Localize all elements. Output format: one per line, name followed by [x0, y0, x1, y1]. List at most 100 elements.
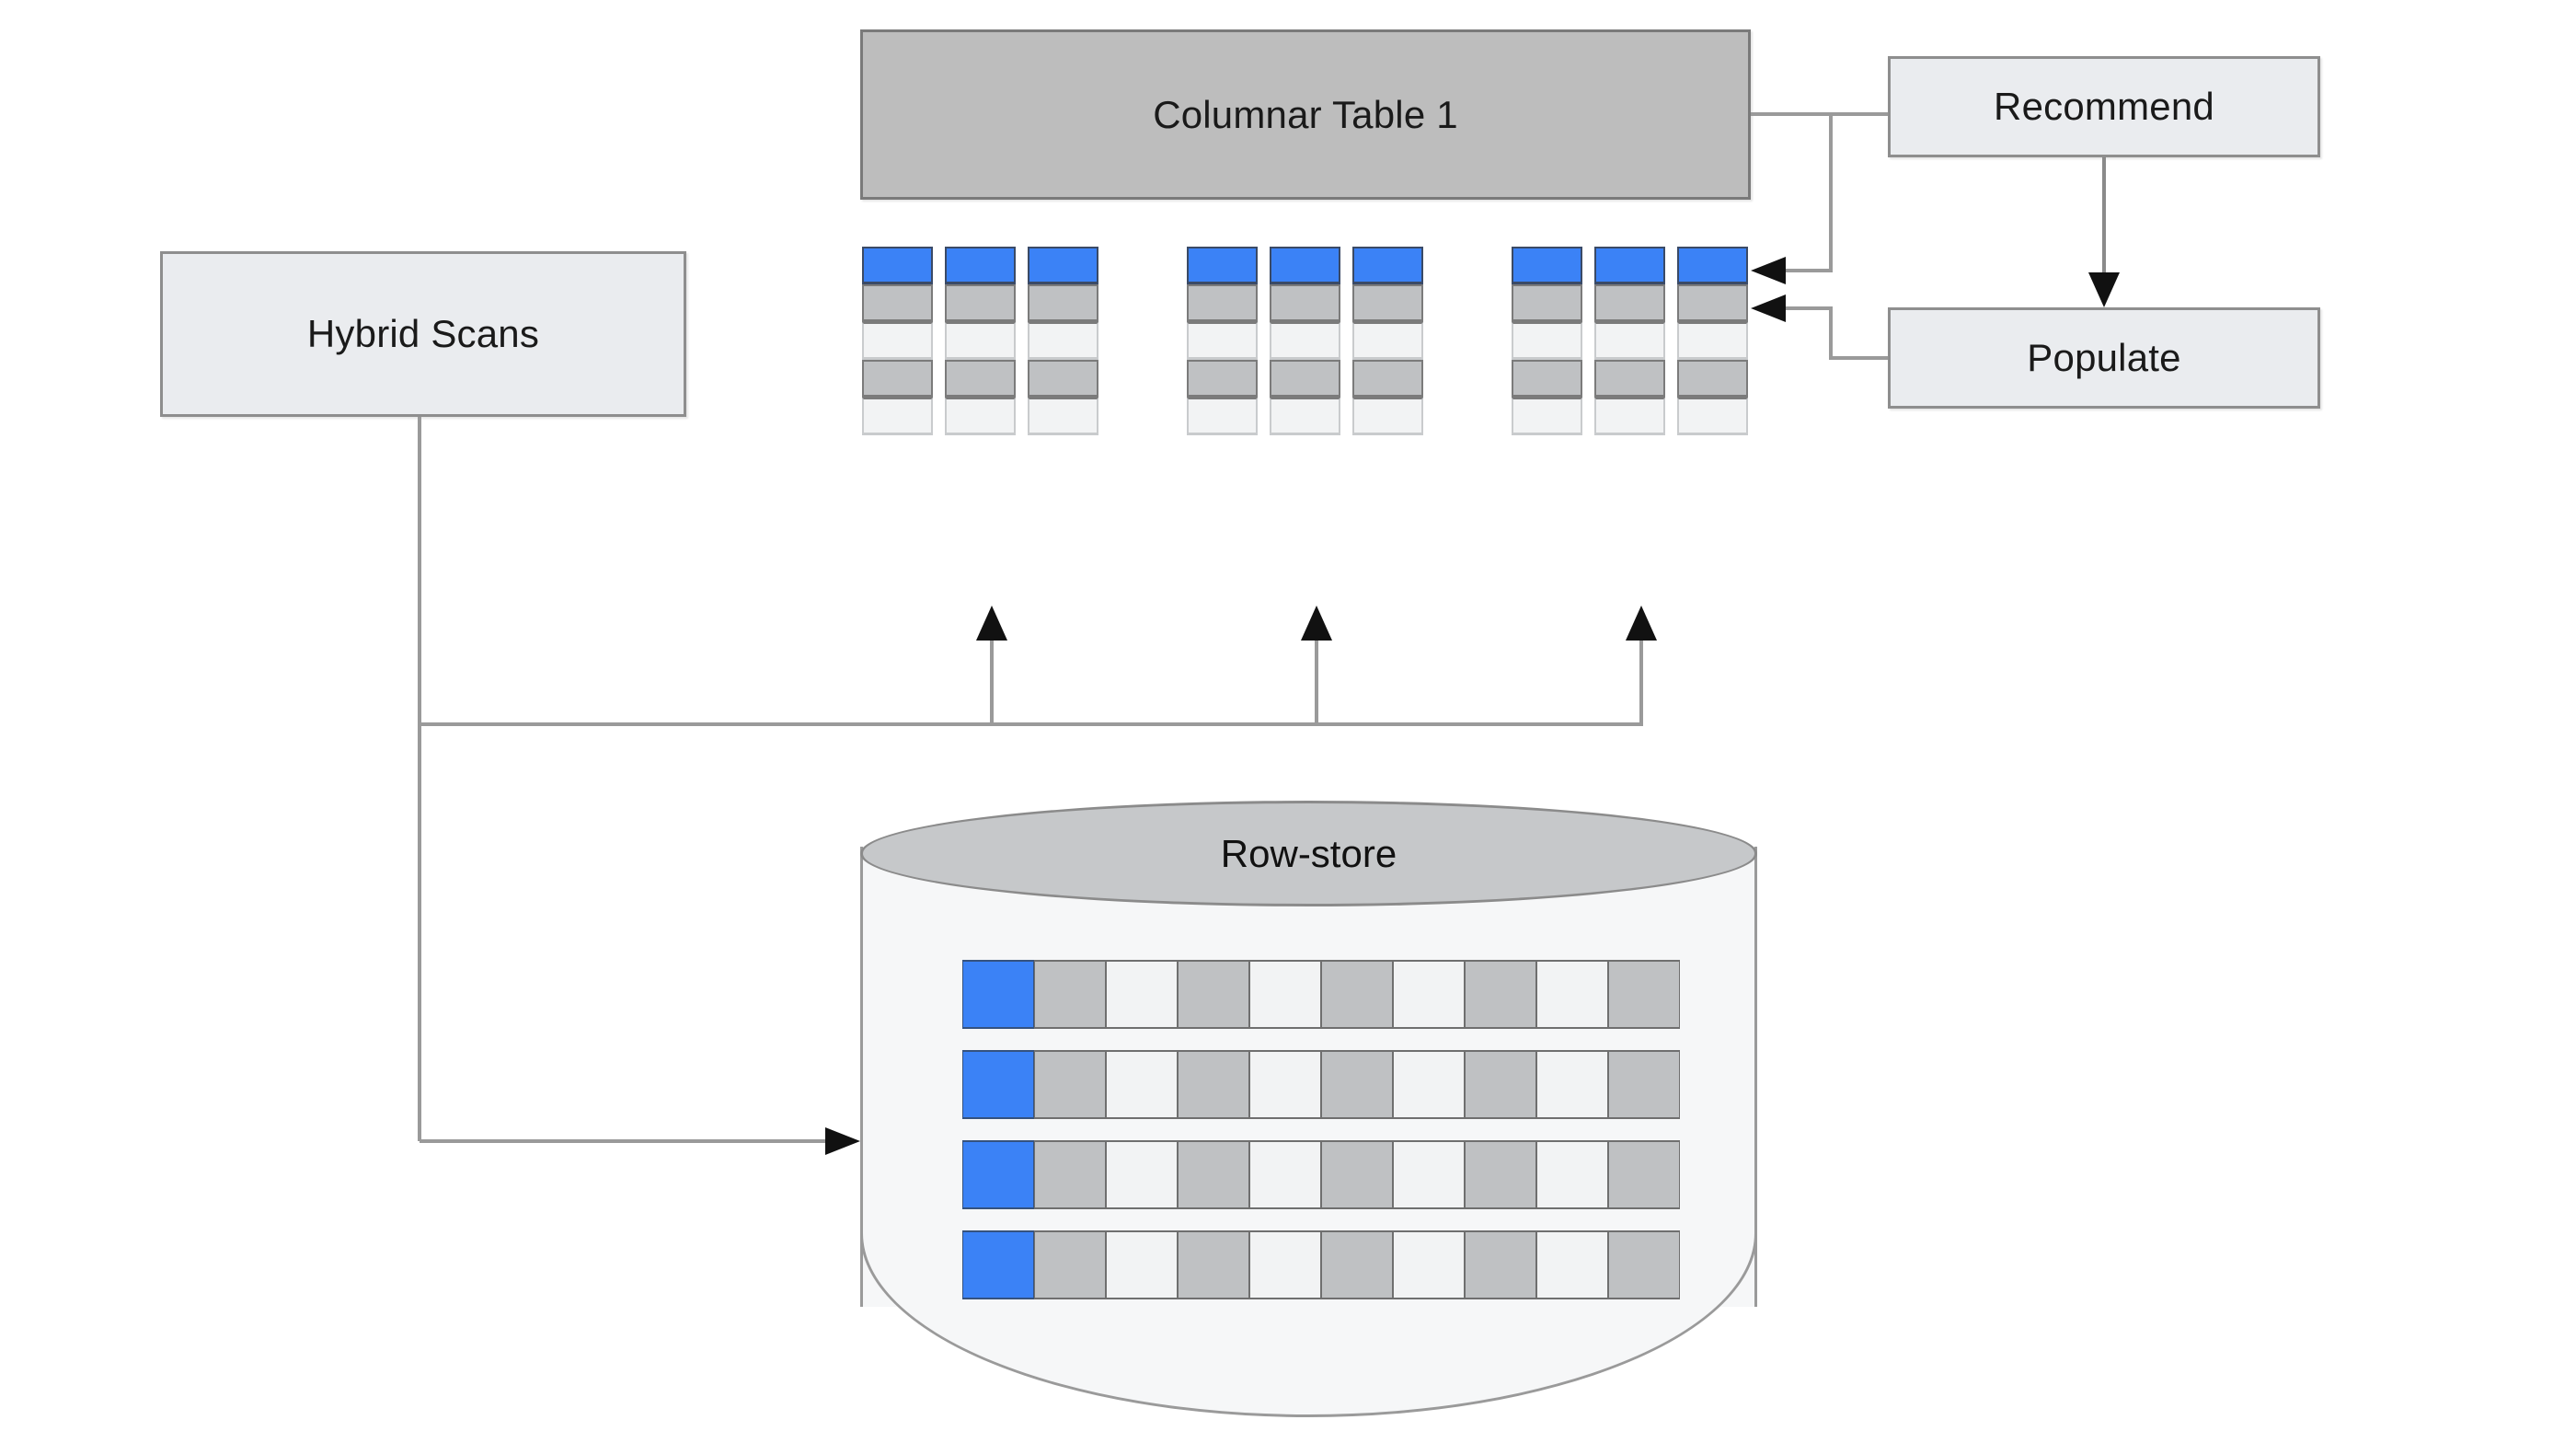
columnar-cell-light [1270, 398, 1340, 435]
row-store-cell-light [1393, 960, 1465, 1029]
columnar-cell-gray [1594, 360, 1665, 398]
columnar-cell-light [1187, 322, 1258, 360]
columnar-cell-blue [862, 247, 933, 284]
row-store-cell-gray [1034, 1140, 1106, 1209]
node-recommend-label: Recommend [1994, 85, 2214, 128]
columnar-cell-gray [862, 360, 933, 398]
columnar-cell-gray [1352, 284, 1423, 322]
row-store-cell-light [1536, 1230, 1608, 1299]
columnar-cell-light [1677, 398, 1748, 435]
row-store-cell-gray [1465, 1140, 1536, 1209]
row-store-cell-gray [1178, 960, 1249, 1029]
columnar-cell-gray [1677, 360, 1748, 398]
row-store-row [962, 960, 1680, 1029]
row-store-cell-gray [1321, 1050, 1393, 1119]
columnar-cell-light [945, 398, 1016, 435]
arrowhead-cells-group3 [1626, 606, 1657, 641]
row-store-cell-blue [962, 1140, 1034, 1209]
row-store-cylinder-top[interactable]: Row-store [860, 801, 1757, 906]
row-store-cell-light [1249, 960, 1321, 1029]
columnar-cell-gray [1270, 360, 1340, 398]
node-recommend[interactable]: Recommend [1888, 56, 2320, 157]
row-store-cell-gray [1608, 1050, 1680, 1119]
node-hybrid-scans-label: Hybrid Scans [306, 312, 540, 355]
columnar-cell-light [1677, 322, 1748, 360]
node-row-store-label: Row-store [1220, 831, 1397, 875]
node-columnar-table[interactable]: Columnar Table 1 [860, 29, 1751, 200]
row-store-row [962, 1230, 1680, 1299]
columnar-cell-gray [945, 360, 1016, 398]
arrowhead-cells-group2 [1301, 606, 1332, 641]
row-store-cell-blue [962, 1050, 1034, 1119]
columnar-cell-gray [1677, 284, 1748, 322]
row-store-cell-gray [1465, 1230, 1536, 1299]
columnar-cell-blue [1352, 247, 1423, 284]
columnar-cell-light [1028, 398, 1098, 435]
row-store-cell-gray [1321, 960, 1393, 1029]
columnar-cell-gray [1187, 360, 1258, 398]
columnar-cell-light [1028, 322, 1098, 360]
row-store-cell-light [1106, 1140, 1178, 1209]
row-store-cell-gray [1178, 1050, 1249, 1119]
node-columnar-table-label: Columnar Table 1 [1153, 92, 1458, 136]
row-store-cell-gray [1034, 1050, 1106, 1119]
row-store-cell-light [1106, 1050, 1178, 1119]
row-store-cell-gray [1608, 1140, 1680, 1209]
row-store-cell-light [1249, 1230, 1321, 1299]
columnar-cell-gray [1028, 360, 1098, 398]
arrowhead-recommend-to-cells [1751, 257, 1786, 284]
columnar-cell-blue [945, 247, 1016, 284]
row-store-cell-blue [962, 960, 1034, 1029]
row-store-cell-gray [1178, 1230, 1249, 1299]
row-store-cell-gray [1034, 1230, 1106, 1299]
columnar-cell-light [1352, 398, 1423, 435]
row-store-cell-light [1536, 960, 1608, 1029]
row-store-cell-light [1536, 1050, 1608, 1119]
columnar-cell-blue [1594, 247, 1665, 284]
row-store-cell-light [1106, 960, 1178, 1029]
arrowhead-row-store [825, 1127, 860, 1155]
columnar-cell-light [1512, 398, 1582, 435]
row-store-cell-gray [1608, 960, 1680, 1029]
columnar-cell-light [1187, 398, 1258, 435]
columnar-cell-light [862, 322, 933, 360]
arrowhead-cells-group1 [976, 606, 1007, 641]
row-store-row [962, 1140, 1680, 1209]
columnar-cell-gray [1512, 360, 1582, 398]
diagram-canvas: Columnar Table 1 Hybrid Scans Recommend … [0, 0, 2576, 1443]
row-store-cell-blue [962, 1230, 1034, 1299]
edge-hybrid-scans-to-cells-bus [420, 626, 1643, 726]
columnar-cell-light [1270, 322, 1340, 360]
row-store-cell-gray [1608, 1230, 1680, 1299]
arrowhead-recommend-to-populate [2088, 272, 2120, 307]
columnar-cell-light [862, 398, 933, 435]
arrowhead-populate-to-cells [1751, 294, 1786, 322]
columnar-cell-gray [1270, 284, 1340, 322]
columnar-cell-blue [1028, 247, 1098, 284]
columnar-cell-gray [1187, 284, 1258, 322]
node-hybrid-scans[interactable]: Hybrid Scans [160, 251, 686, 417]
columnar-cell-gray [1352, 360, 1423, 398]
columnar-cell-gray [862, 284, 933, 322]
row-store-cell-light [1249, 1140, 1321, 1209]
row-store-cell-light [1106, 1230, 1178, 1299]
row-store-cell-gray [1465, 1050, 1536, 1119]
row-store-cell-gray [1465, 960, 1536, 1029]
row-store-cell-light [1393, 1050, 1465, 1119]
columnar-cell-gray [1512, 284, 1582, 322]
columnar-cell-light [1352, 322, 1423, 360]
columnar-cell-blue [1270, 247, 1340, 284]
node-populate[interactable]: Populate [1888, 307, 2320, 409]
row-store-cell-light [1393, 1140, 1465, 1209]
columnar-cell-gray [1028, 284, 1098, 322]
row-store-cell-gray [1321, 1230, 1393, 1299]
columnar-cell-light [1512, 322, 1582, 360]
row-store-cell-gray [1178, 1140, 1249, 1209]
edge-recommend-to-cells [1771, 114, 1833, 272]
columnar-cell-gray [945, 284, 1016, 322]
row-store-cell-gray [1321, 1140, 1393, 1209]
row-store-cell-light [1393, 1230, 1465, 1299]
columnar-cell-blue [1677, 247, 1748, 284]
columnar-cell-blue [1512, 247, 1582, 284]
columnar-cell-blue [1187, 247, 1258, 284]
